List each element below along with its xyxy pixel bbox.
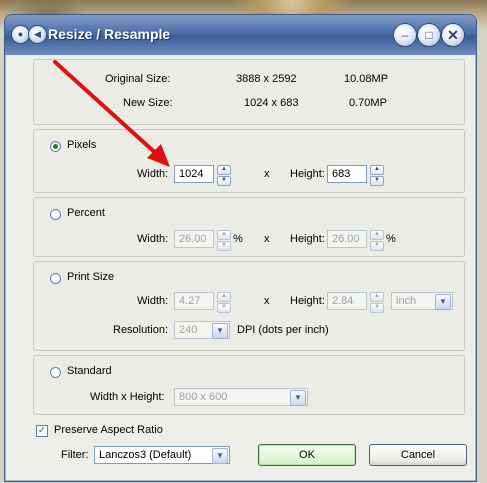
annotation-arrow — [53, 60, 170, 167]
arrow-line — [53, 60, 162, 159]
